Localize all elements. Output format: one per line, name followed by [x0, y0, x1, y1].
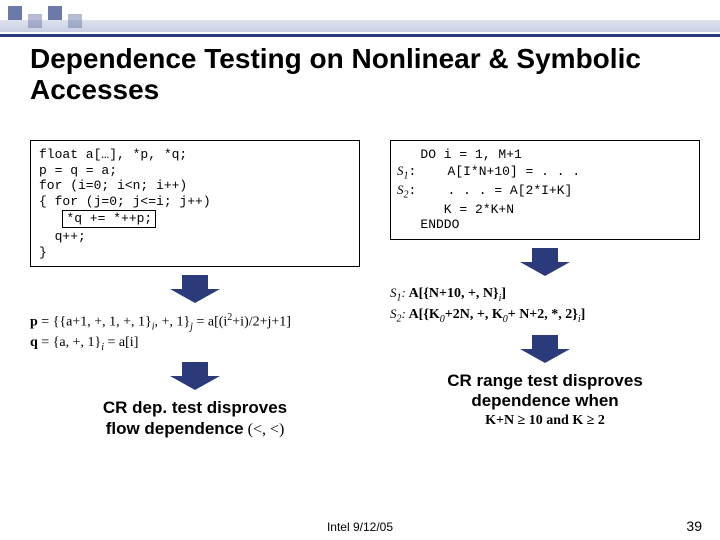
code-line: } [39, 245, 47, 260]
right-column: DO i = 1, M+1 S1: A[I*N+10] = . . . S2: … [390, 140, 700, 430]
expr-p: p [30, 315, 38, 330]
decor-square [8, 6, 22, 20]
page-number: 39 [686, 518, 702, 534]
code-line: ENDDO [397, 217, 459, 232]
down-arrow-icon [160, 275, 230, 303]
expr-q: q [30, 335, 38, 350]
code-line: p = q = a; [39, 163, 117, 178]
highlighted-stmt: *q += *++p; [62, 210, 156, 228]
down-arrow-icon [160, 362, 230, 390]
conclusion-condition: K+N ≥ 10 and K ≥ 2 [390, 413, 700, 430]
code-line: . . . = A[2*I+K] [416, 183, 572, 198]
code-line: for (i=0; i<n; i++) [39, 178, 187, 193]
code-line: K = 2*K+N [397, 202, 514, 217]
decor-square [28, 14, 42, 28]
conclusion-right: CR range test disproves dependence when … [390, 371, 700, 431]
left-column: float a[…], *p, *q; p = q = a; for (i=0;… [30, 140, 360, 439]
code-box-right: DO i = 1, M+1 S1: A[I*N+10] = . . . S2: … [390, 140, 700, 240]
header-gradient [0, 20, 720, 32]
decor-square [68, 14, 82, 28]
conclusion-left: CR dep. test disproves flow dependence (… [30, 398, 360, 439]
code-box-left: float a[…], *p, *q; p = q = a; for (i=0;… [30, 140, 360, 267]
slide-header-band [0, 0, 720, 37]
down-arrow-icon [510, 335, 580, 363]
code-line: q++; [39, 229, 86, 244]
code-line: DO i = 1, M+1 [397, 147, 522, 162]
cr-expression-left: p = {{a+1, +, 1, +, 1}i, +, 1}j = a[(i2+… [30, 311, 360, 354]
slide-title: Dependence Testing on Nonlinear & Symbol… [30, 44, 700, 106]
code-line: float a[…], *p, *q; [39, 147, 187, 162]
header-squares [8, 6, 88, 20]
code-line: A[I*N+10] = . . . [416, 164, 580, 179]
cr-expression-right: S1: A[{N+10, +, N}i] S2: A[{K0+2N, +, K0… [390, 284, 700, 327]
decor-square [48, 6, 62, 20]
code-line: { for (j=0; j<=i; j++) [39, 194, 211, 209]
down-arrow-icon [510, 248, 580, 276]
footer-date: Intel 9/12/05 [0, 520, 720, 534]
